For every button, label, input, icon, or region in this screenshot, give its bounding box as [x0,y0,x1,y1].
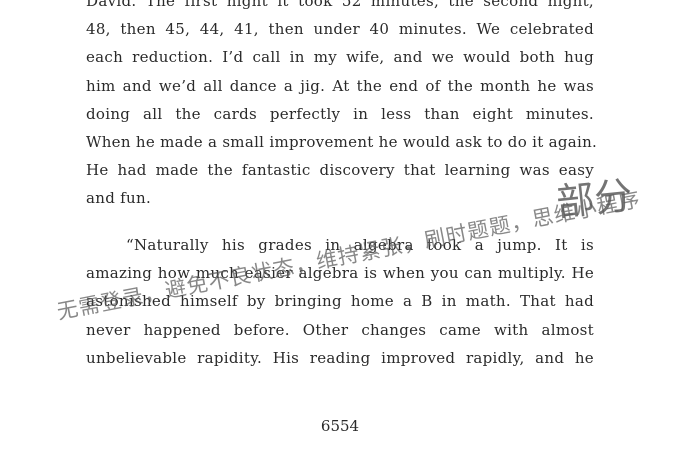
text-line: 48, then 45, 44, 41, then under 40 minut… [86,20,594,39]
text-line: “Naturally his grades in algebra took a … [126,236,594,254]
text-line: David. The first night it took 52 minute… [86,0,594,10]
document-page: David. The first night it took 52 minute… [0,0,680,467]
text-line: him and we’d all dance a jig. At the end… [86,76,594,95]
paragraph-2: “Naturally his grades in algebra took a … [86,231,594,372]
text-line: never happened before. Other changes cam… [86,320,594,339]
paragraph-1: David. The first night it took 52 minute… [86,0,598,213]
page-number: 6554 [320,417,360,435]
text-line: When he made a small improvement he woul… [86,132,598,151]
text-line: astonished himself by bringing home a B … [86,292,594,311]
text-line: and fun. [86,189,152,208]
text-line: doing all the cards perfectly in less th… [86,104,594,123]
text-line: He had made the fantastic discovery that… [86,161,594,180]
text-line: unbelievable rapidity. His reading impro… [86,348,594,367]
text-line: amazing how much easier algebra is when … [86,264,594,283]
text-line: each reduction. I’d call in my wife, and… [86,48,594,67]
